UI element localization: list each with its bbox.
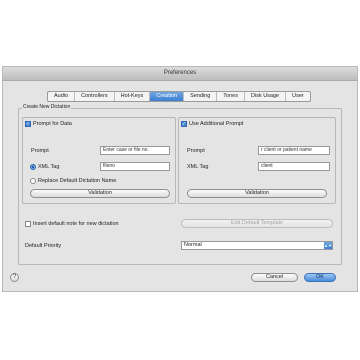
- replace-default-name-radio[interactable]: [30, 178, 36, 184]
- window-title: Preferences: [3, 67, 357, 81]
- tab-audio[interactable]: Audio: [48, 92, 76, 101]
- help-icon[interactable]: ?: [10, 273, 19, 282]
- left-prompt-input[interactable]: Enter case or file no.: [100, 146, 170, 155]
- right-validation-button[interactable]: Validation: [187, 189, 327, 198]
- left-xml-tag-input[interactable]: fileno: [100, 162, 170, 171]
- right-prompt-label: Prompt: [187, 148, 205, 154]
- tab-controllers[interactable]: Controllers: [75, 92, 115, 101]
- ok-button[interactable]: OK: [304, 273, 336, 282]
- right-prompt-input[interactable]: r client or patient name: [258, 146, 330, 155]
- tab-tones[interactable]: Tones: [217, 92, 245, 101]
- tab-sending[interactable]: Sending: [184, 92, 218, 101]
- left-prompt-label: Prompt: [31, 148, 49, 154]
- xml-tag-radio[interactable]: [30, 164, 36, 170]
- tab-bar: Audio Controllers Hot-Keys Creation Send…: [47, 91, 311, 102]
- default-priority-select[interactable]: Normal ▲▼: [181, 241, 333, 250]
- right-xml-tag-input[interactable]: client: [258, 162, 330, 171]
- tab-creation[interactable]: Creation: [150, 92, 185, 101]
- prompt-for-data-label: Prompt for Data: [33, 121, 72, 127]
- section-title: Create New Dictation: [22, 104, 72, 110]
- insert-default-note-checkbox[interactable]: [25, 221, 31, 227]
- left-validation-button[interactable]: Validation: [30, 189, 170, 198]
- use-additional-prompt-checkbox[interactable]: ✓: [181, 121, 187, 127]
- tab-disk-usage[interactable]: Disk Usage: [245, 92, 287, 101]
- insert-default-note-label: Insert default note for new dictation: [33, 221, 119, 227]
- tab-hot-keys[interactable]: Hot-Keys: [115, 92, 151, 101]
- right-xml-tag-label: XML Tag: [187, 164, 209, 170]
- tab-user[interactable]: User: [286, 92, 310, 101]
- cancel-button[interactable]: Cancel: [251, 273, 298, 282]
- replace-default-name-label: Replace Default Dictation Name: [38, 178, 117, 184]
- edit-default-template-button[interactable]: Edit Default Template: [181, 219, 333, 228]
- left-xml-tag-label: XML Tag: [38, 164, 60, 170]
- default-priority-value: Normal: [184, 242, 202, 248]
- updown-arrows-icon: ▲▼: [324, 242, 332, 249]
- prompt-for-data-checkbox[interactable]: ✓: [25, 121, 31, 127]
- default-priority-label: Default Priority: [25, 243, 62, 249]
- use-additional-prompt-label: Use Additional Prompt: [189, 121, 244, 127]
